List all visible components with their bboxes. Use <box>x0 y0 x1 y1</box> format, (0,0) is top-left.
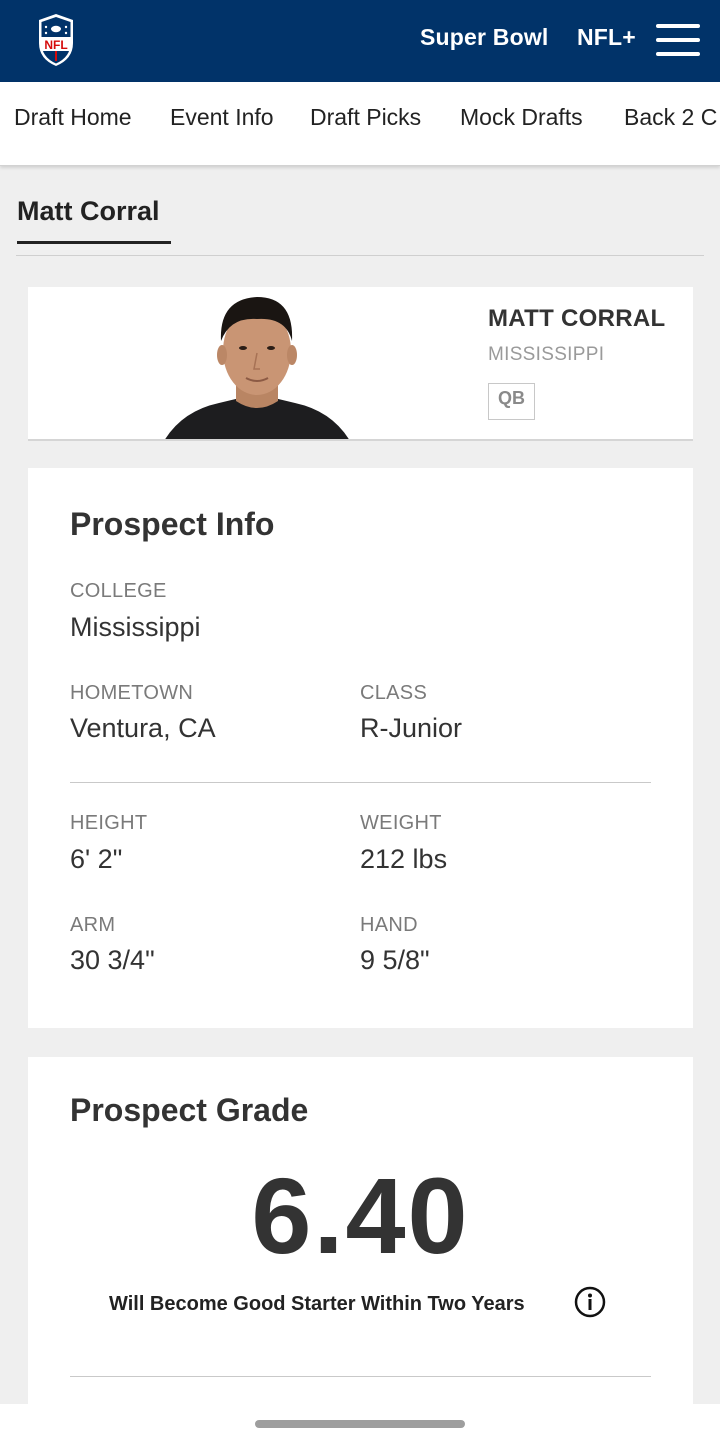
top-header: NFL Super Bowl NFL+ <box>0 0 720 82</box>
hometown-label: HOMETOWN <box>70 682 194 704</box>
prospect-grade-title: Prospect Grade <box>70 1092 309 1128</box>
home-bar-area <box>0 1404 720 1445</box>
grade-divider <box>70 1376 651 1377</box>
player-college: MISSISSIPPI <box>488 344 605 365</box>
player-hero-card: MATT CORRAL MISSISSIPPI QB <box>28 287 693 441</box>
menu-bar <box>656 24 700 28</box>
home-indicator[interactable] <box>255 1420 465 1428</box>
subnav-draft-home[interactable]: Draft Home <box>14 104 132 131</box>
subnav-mock-drafts[interactable]: Mock Drafts <box>460 104 583 131</box>
weight-value: 212 lbs <box>360 844 448 874</box>
super-bowl-link[interactable]: Super Bowl <box>420 24 549 51</box>
class-value: R-Junior <box>360 713 463 743</box>
menu-bar <box>656 52 700 56</box>
position-badge: QB <box>488 383 535 420</box>
player-name: MATT CORRAL <box>488 305 666 332</box>
hometown-value: Ventura, CA <box>70 713 216 743</box>
svg-text:NFL: NFL <box>44 38 67 52</box>
college-label: COLLEGE <box>70 580 167 602</box>
info-divider <box>70 782 651 783</box>
active-tab-underline <box>17 241 171 244</box>
nfl-plus-link[interactable]: NFL+ <box>577 24 636 51</box>
college-value: Mississippi <box>70 612 201 642</box>
nfl-logo[interactable]: NFL <box>36 13 76 67</box>
tab-divider <box>16 255 704 256</box>
player-tab[interactable]: Matt Corral <box>17 196 160 227</box>
class-label: CLASS <box>360 682 428 704</box>
menu-bar <box>656 38 700 42</box>
subnav-back-2-c[interactable]: Back 2 C <box>624 104 717 131</box>
player-headshot <box>165 297 349 439</box>
arm-label: ARM <box>70 914 116 936</box>
grade-description: Will Become Good Starter Within Two Year… <box>109 1293 525 1315</box>
hamburger-menu-icon[interactable] <box>656 22 700 58</box>
prospect-grade-card: Prospect Grade 6.40 Will Become Good Sta… <box>28 1057 693 1445</box>
hand-label: HAND <box>360 914 418 936</box>
draft-subnav: Draft Home Event Info Draft Picks Mock D… <box>0 82 720 166</box>
prospect-info-card: Prospect Info COLLEGE Mississippi HOMETO… <box>28 468 693 1028</box>
subnav-event-info[interactable]: Event Info <box>170 104 274 131</box>
hand-value: 9 5/8" <box>360 945 430 975</box>
weight-label: WEIGHT <box>360 812 442 834</box>
grade-value: 6.40 <box>251 1155 470 1276</box>
subnav-draft-picks[interactable]: Draft Picks <box>310 104 421 131</box>
height-label: HEIGHT <box>70 812 148 834</box>
height-value: 6' 2" <box>70 844 123 874</box>
arm-value: 30 3/4" <box>70 945 155 975</box>
info-icon[interactable] <box>574 1286 606 1318</box>
prospect-info-title: Prospect Info <box>70 506 275 542</box>
